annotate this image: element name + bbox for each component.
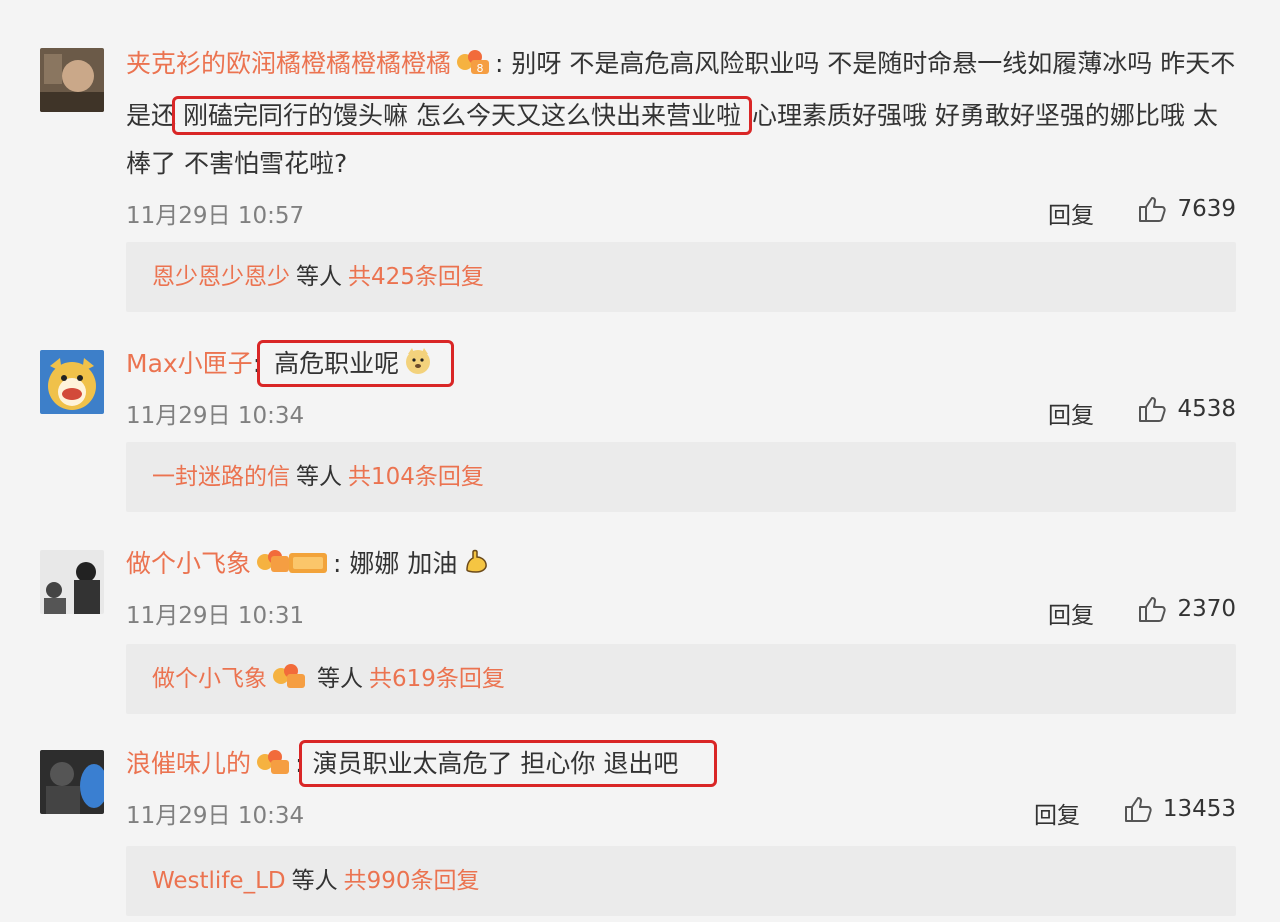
avatar[interactable] bbox=[40, 550, 104, 614]
highlighted-text: 演员职业太高危了 担心你 退出吧 bbox=[299, 740, 718, 787]
comment-meta: 11月29日 10:31 回复 2370 bbox=[126, 590, 1236, 630]
username-link[interactable]: 浪催味儿的 bbox=[126, 749, 251, 778]
like-button[interactable]: 13453 bbox=[1123, 794, 1236, 824]
highlighted-text: 高危职业呢 bbox=[257, 340, 455, 387]
thumbs-up-icon bbox=[1139, 597, 1167, 622]
timestamp: 11月29日 10:34 bbox=[126, 403, 305, 429]
avatar[interactable] bbox=[40, 350, 104, 414]
doge-icon bbox=[403, 344, 433, 392]
vip-badge-icon bbox=[255, 544, 329, 592]
comment-meta: 11月29日 10:34 回复 4538 bbox=[126, 390, 1236, 430]
timestamp: 11月29日 10:34 bbox=[126, 803, 305, 829]
username-link[interactable]: Max小匣子 bbox=[126, 349, 253, 378]
timestamp: 11月29日 10:31 bbox=[126, 603, 305, 629]
username-link[interactable]: 做个小飞象 bbox=[126, 549, 251, 578]
comment-feed: 夹克衫的欧润橘橙橘橙橘橙橘 8: 别呀 不是高危高风险职业吗 不是随时命悬一线如履… bbox=[0, 0, 1280, 922]
muscle-icon bbox=[461, 544, 491, 592]
reply-button[interactable]: 回复 bbox=[1034, 796, 1080, 830]
thumbs-up-icon bbox=[1139, 397, 1167, 422]
reply-button[interactable]: 回复 bbox=[1048, 196, 1094, 230]
reply-button[interactable]: 回复 bbox=[1048, 396, 1094, 430]
avatar[interactable] bbox=[40, 750, 104, 814]
reply-summary[interactable]: 一封迷路的信 等人 共104条回复 bbox=[126, 442, 1236, 512]
like-count: 7639 bbox=[1177, 196, 1236, 222]
reply-count-link[interactable]: 共619条回复 bbox=[369, 666, 505, 692]
like-count: 13453 bbox=[1162, 796, 1236, 822]
avatar[interactable] bbox=[40, 48, 104, 112]
reply-users[interactable]: 一封迷路的信 bbox=[152, 464, 290, 490]
vip-badge-icon bbox=[271, 648, 307, 718]
reply-summary[interactable]: Westlife_LD 等人 共990条回复 bbox=[126, 846, 1236, 916]
timestamp: 11月29日 10:57 bbox=[126, 203, 305, 229]
comment-item: 浪催味儿的: 演员职业太高危了 担心你 退出吧 11月29日 10:34 回复 1… bbox=[0, 736, 1280, 922]
like-count: 4538 bbox=[1177, 396, 1236, 422]
thumbs-up-icon bbox=[1124, 797, 1152, 822]
comment-meta: 11月29日 10:57 回复 7639 bbox=[126, 190, 1236, 230]
like-button[interactable]: 2370 bbox=[1137, 594, 1236, 624]
reply-count-link[interactable]: 共425条回复 bbox=[348, 264, 484, 290]
reply-users[interactable]: 做个小飞象 bbox=[152, 666, 267, 692]
like-button[interactable]: 7639 bbox=[1137, 194, 1236, 224]
vip-badge-icon: 8 bbox=[455, 44, 491, 92]
comment-item: Max小匣子: 高危职业呢 11月29日 10:34 回复 4538 一封迷路的信… bbox=[0, 336, 1280, 516]
comment-content: 夹克衫的欧润橘橙橘橙橘橙橘 8: 别呀 不是高危高风险职业吗 不是随时命悬一线如履… bbox=[126, 40, 1236, 188]
reply-summary[interactable]: 做个小飞象 等人 共619条回复 bbox=[126, 644, 1236, 714]
comment-content: 做个小飞象: 娜娜 加油 bbox=[126, 540, 1236, 592]
reply-count-link[interactable]: 共104条回复 bbox=[348, 464, 484, 490]
comment-text: 娜娜 加油 bbox=[349, 549, 458, 578]
svg-text:8: 8 bbox=[477, 62, 484, 75]
comment-item: 夹克衫的欧润橘橙橘橙橘橙橘 8: 别呀 不是高危高风险职业吗 不是随时命悬一线如履… bbox=[0, 36, 1280, 316]
username-link[interactable]: 夹克衫的欧润橘橙橘橙橘橙橘 bbox=[126, 49, 451, 78]
reply-users[interactable]: Westlife_LD bbox=[152, 868, 286, 894]
reply-summary[interactable]: 恩少恩少恩少 等人 共425条回复 bbox=[126, 242, 1236, 312]
reply-count-link[interactable]: 共990条回复 bbox=[344, 868, 480, 894]
thumbs-up-icon bbox=[1139, 197, 1167, 222]
like-button[interactable]: 4538 bbox=[1137, 394, 1236, 424]
comment-content: Max小匣子: 高危职业呢 bbox=[126, 340, 1236, 392]
reply-button[interactable]: 回复 bbox=[1048, 596, 1094, 630]
highlighted-text: 刚磕完同行的馒头嘛 怎么今天又这么快出来营业啦 bbox=[172, 96, 752, 135]
comment-content: 浪催味儿的: 演员职业太高危了 担心你 退出吧 bbox=[126, 740, 1236, 792]
vip-badge-icon bbox=[255, 744, 291, 792]
comment-meta: 11月29日 10:34 回复 13453 bbox=[126, 790, 1236, 830]
like-count: 2370 bbox=[1177, 596, 1236, 622]
reply-users[interactable]: 恩少恩少恩少 bbox=[152, 264, 290, 290]
comment-item: 做个小飞象: 娜娜 加油 11月29日 10:31 回复 2370 做个小飞象等… bbox=[0, 536, 1280, 716]
